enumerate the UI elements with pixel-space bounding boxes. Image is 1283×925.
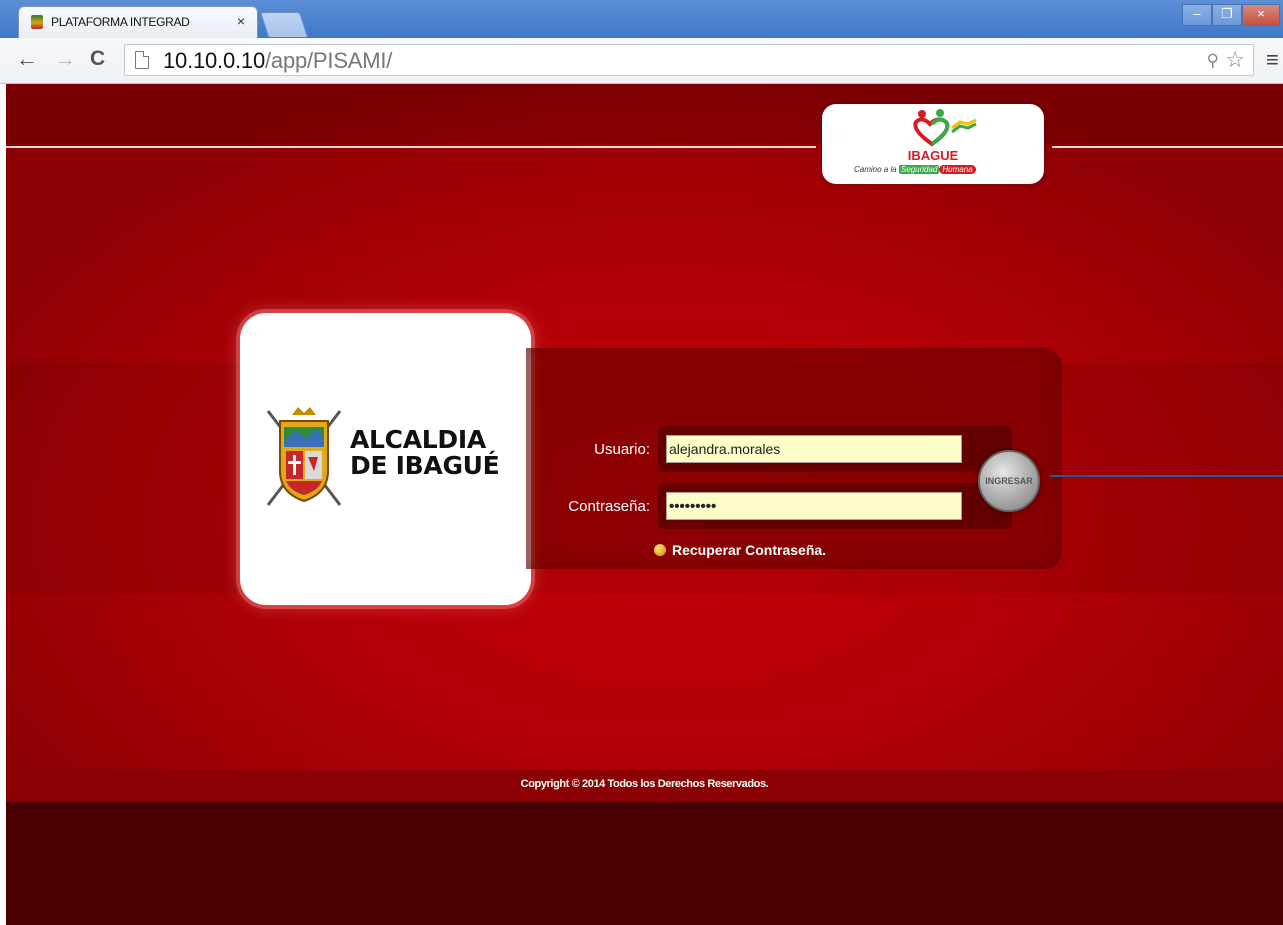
recover-password-label: Recuperar Contraseña. — [672, 542, 827, 558]
title-bar: PLATAFORMA INTEGRAD × – ❐ × — [0, 0, 1283, 38]
zoom-icon[interactable]: ⚲ — [1207, 51, 1219, 71]
url-path: /app/PISAMI/ — [265, 48, 393, 73]
page-icon — [135, 51, 149, 69]
slogan-red: Humana — [939, 165, 976, 174]
password-label: Contraseña: — [568, 498, 650, 515]
alcaldia-title-line2: DE IBAGUÉ — [350, 451, 500, 480]
login-submit-button[interactable]: INGRESAR — [978, 450, 1040, 512]
username-input[interactable] — [666, 435, 962, 463]
minimize-button[interactable]: – — [1182, 4, 1212, 26]
browser-tab[interactable]: PLATAFORMA INTEGRAD × — [18, 6, 258, 38]
brand-name: IBAGUE — [907, 148, 959, 163]
login-page: IBAGUE Camino a la Seguridad Humana ALCAL… — [6, 84, 1283, 925]
url-text: 10.10.0.10/app/PISAMI/ — [163, 48, 392, 74]
restore-button[interactable]: ❐ — [1212, 4, 1242, 26]
alcaldia-title: ALCALDIA DE IBAGUÉ — [350, 425, 500, 480]
bookmark-star-icon[interactable]: ☆ — [1225, 47, 1245, 73]
decor-band — [6, 84, 1283, 144]
reload-button[interactable]: C — [90, 46, 105, 72]
url-host: 10.10.0.10 — [163, 48, 265, 73]
password-input[interactable] — [666, 492, 962, 520]
alcaldia-logo-card: ALCALDIA DE IBAGUÉ — [240, 313, 531, 605]
forward-button[interactable]: → — [54, 46, 76, 72]
copyright-text: Copyright © 2014 Todos los Derechos Rese… — [520, 778, 769, 790]
header-divider — [6, 146, 816, 148]
slogan-prefix: Camino a la — [854, 165, 897, 174]
tab-title: PLATAFORMA INTEGRAD — [51, 15, 190, 29]
favicon-icon — [31, 15, 43, 29]
brand-slogan: Camino a la Seguridad Humana — [854, 165, 976, 174]
close-window-button[interactable]: × — [1242, 4, 1280, 26]
alcaldia-title-line1: ALCALDIA — [350, 425, 486, 454]
tab-close-icon[interactable]: × — [237, 13, 245, 29]
browser-menu-icon[interactable]: ≡ — [1266, 47, 1279, 73]
people-heart-icon — [913, 109, 977, 147]
recover-password-link[interactable]: Recuperar Contraseña. — [654, 542, 826, 558]
address-bar[interactable]: 10.10.0.10/app/PISAMI/ ⚲ ☆ — [124, 44, 1254, 76]
browser-chrome: PLATAFORMA INTEGRAD × – ❐ × ← → C 10.10.… — [0, 0, 1283, 84]
coat-of-arms-icon — [266, 407, 342, 506]
back-button[interactable]: ← — [16, 46, 38, 72]
username-label: Usuario: — [594, 441, 650, 458]
browser-toolbar: ← → C 10.10.0.10/app/PISAMI/ ⚲ ☆ ≡ — [0, 38, 1283, 84]
new-tab-button[interactable] — [259, 12, 309, 37]
footer-bar: Copyright © 2014 Todos los Derechos Rese… — [6, 770, 1283, 802]
footer-area — [6, 802, 1283, 925]
submit-connector-line — [1050, 475, 1283, 477]
header-divider — [1052, 146, 1283, 148]
ibague-brand-card: IBAGUE Camino a la Seguridad Humana — [822, 104, 1044, 184]
slogan-green: Seguridad — [898, 165, 940, 174]
key-icon — [654, 544, 666, 556]
